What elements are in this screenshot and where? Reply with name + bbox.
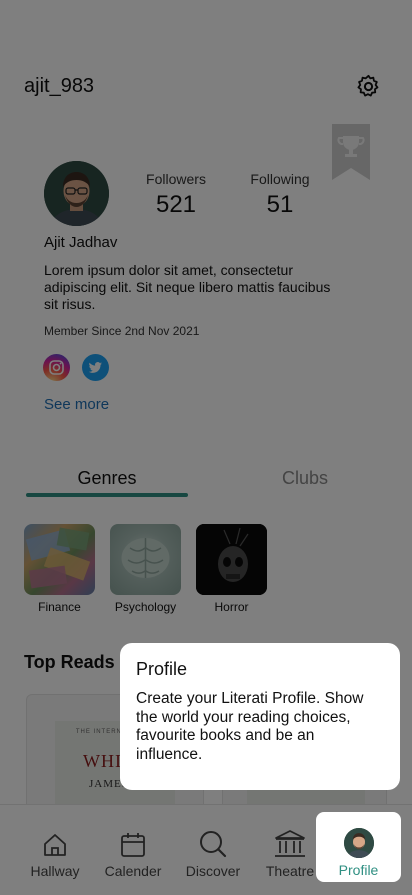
tooltip-title: Profile xyxy=(136,659,188,679)
avatar xyxy=(343,828,374,858)
onboarding-tooltip[interactable]: Profile Create your Literati Profile. Sh… xyxy=(120,643,400,790)
tooltip-body: Create your Literati Profile. Show the w… xyxy=(136,690,364,763)
profile-screen: ajit_983 Followers 521 Following 51 Ajit xyxy=(0,0,412,895)
nav-label: Profile xyxy=(338,862,379,878)
nav-profile[interactable]: Profile xyxy=(316,812,401,882)
